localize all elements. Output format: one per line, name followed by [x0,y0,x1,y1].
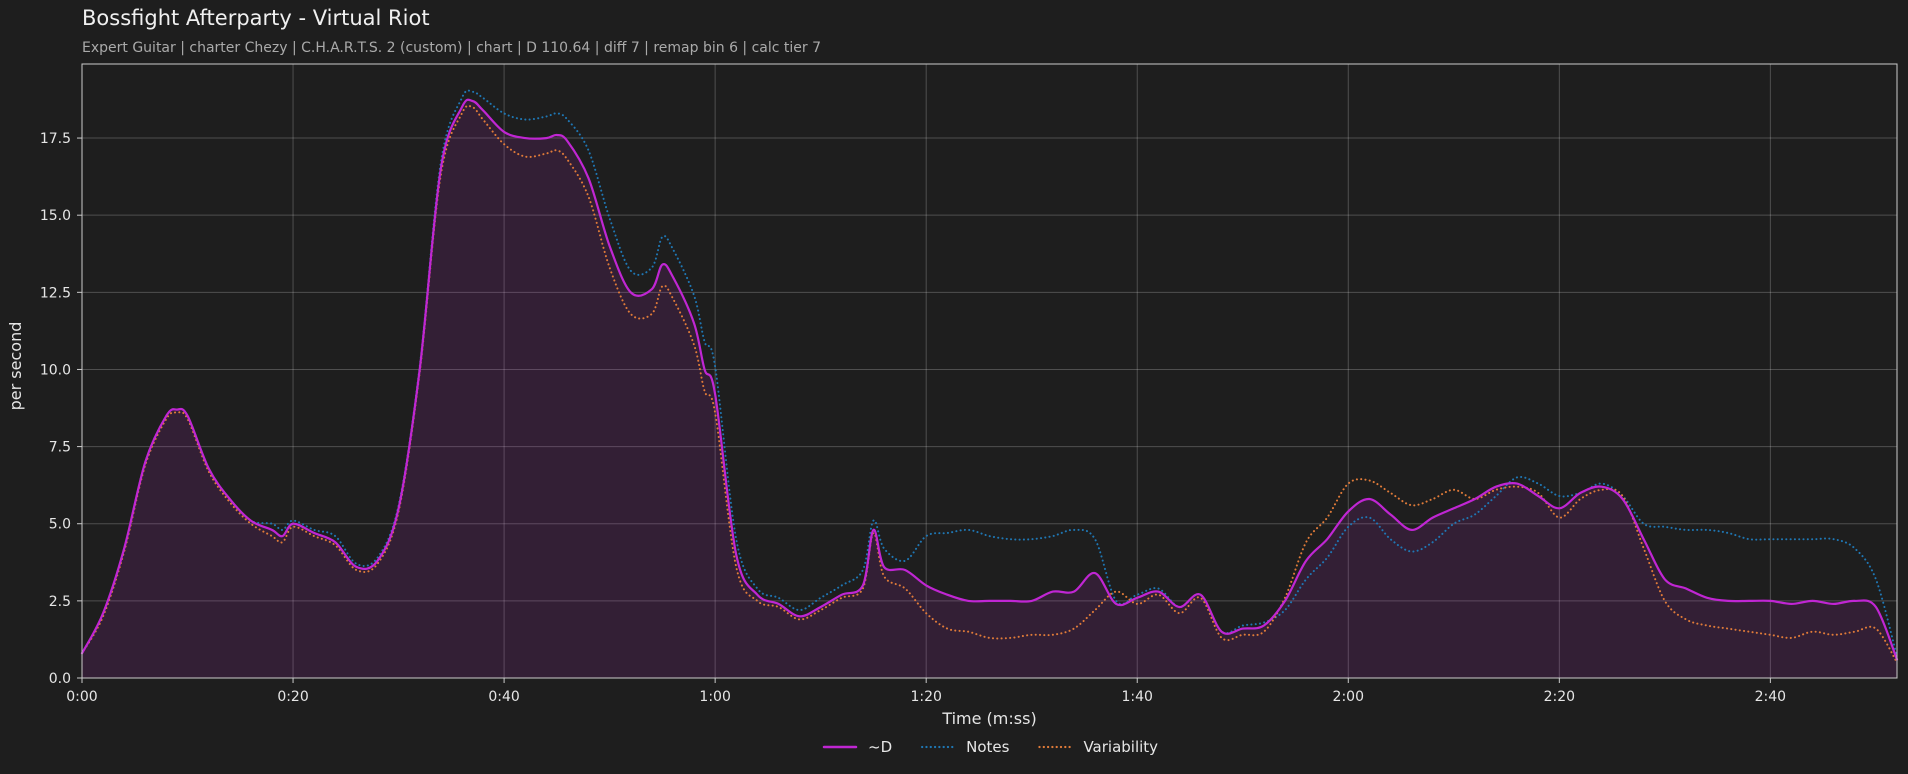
x-tick-label: 1:40 [1122,689,1153,705]
legend-label-variability: Variability [1083,738,1158,756]
y-tick-label: 10.0 [40,362,71,378]
y-tick-label: 2.5 [49,594,71,610]
y-tick-label: 12.5 [40,285,71,301]
legend-label-notes: Notes [966,738,1010,756]
legend: ~D Notes Variability [822,738,1158,756]
y-tick-label: 15.0 [40,208,71,224]
x-tick-label: 0:20 [277,689,308,705]
x-tick-label: 1:20 [910,689,941,705]
x-tick-label: 0:00 [66,689,97,705]
y-axis-label: per second [6,322,25,411]
legend-label-d: ~D [868,738,892,756]
x-tick-label: 1:00 [699,689,730,705]
x-tick-label: 0:40 [488,689,519,705]
x-axis-ticks: 0:00 0:20 0:40 1:00 1:20 1:40 2:00 2:20 2:40 [66,678,1786,705]
x-tick-label: 2:00 [1333,689,1364,705]
area-fill-layer [82,99,1897,678]
y-axis-ticks: 0.0 2.5 5.0 7.5 10.0 12.5 15.0 17.5 [40,131,82,687]
y-tick-label: 17.5 [40,131,71,147]
x-tick-label: 2:40 [1755,689,1786,705]
x-tick-label: 2:20 [1544,689,1575,705]
series-fill-d [82,99,1897,678]
chart-canvas: 0:00 0:20 0:40 1:00 1:20 1:40 2:00 2:20 2:40 0.0… [6,63,1899,756]
y-tick-label: 5.0 [49,517,71,533]
y-tick-label: 0.0 [49,671,71,687]
x-axis-label: Time (m:ss) [941,709,1036,728]
y-tick-label: 7.5 [49,440,71,456]
